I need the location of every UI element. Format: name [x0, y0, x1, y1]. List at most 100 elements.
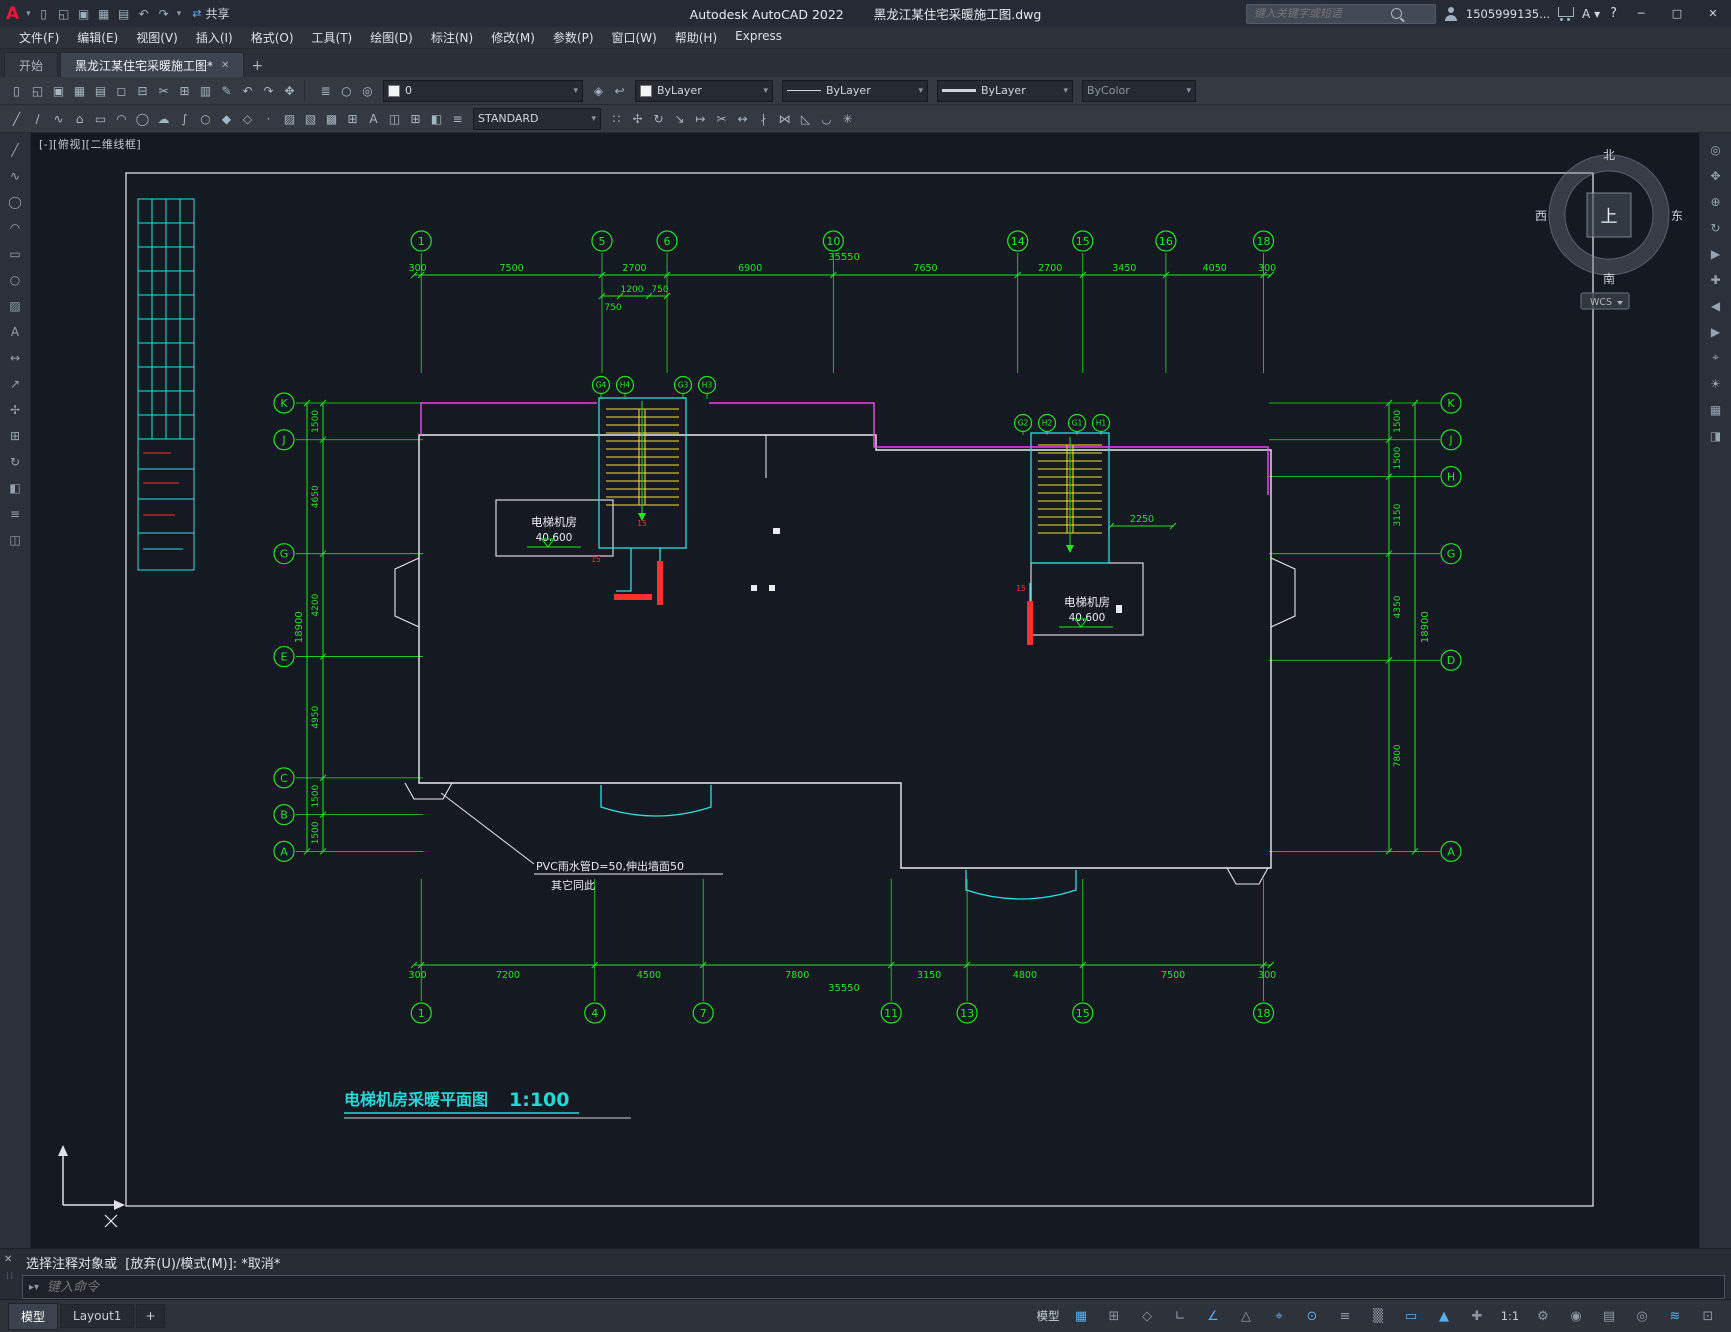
table-icon[interactable]: ⊞ — [342, 108, 363, 129]
mirror-icon[interactable]: ◧ — [426, 108, 447, 129]
menu-参数P[interactable]: 参数(P) — [544, 28, 603, 47]
spline-icon[interactable]: ∫ — [174, 108, 195, 129]
status-graphics-performance[interactable]: ≋ — [1660, 1305, 1690, 1327]
full-navigation-wheel-icon[interactable]: ◎ — [1705, 139, 1727, 160]
search-box[interactable] — [1245, 3, 1436, 24]
orbit-icon[interactable]: ↻ — [1705, 217, 1727, 238]
array-icon[interactable]: ∷ — [606, 108, 627, 129]
mirror-icon[interactable]: ◧ — [4, 477, 26, 498]
status-object-snap-tracking[interactable]: ⌖ — [1264, 1305, 1294, 1327]
chamfer-icon[interactable]: ◺ — [795, 108, 816, 129]
status-grid[interactable]: ▦ — [1066, 1305, 1096, 1327]
quick-access-caret-icon[interactable]: ▾ — [176, 9, 183, 19]
trim-icon[interactable]: ✂ — [711, 108, 732, 129]
construction-line-icon[interactable]: ∕ — [27, 108, 48, 129]
share-button[interactable]: 共享 — [184, 5, 237, 22]
command-grip-handle[interactable]: ⁞⁞ — [6, 1271, 14, 1282]
save-icon[interactable]: ▣ — [48, 80, 69, 101]
status-quick-properties[interactable]: ▤ — [1594, 1305, 1624, 1327]
menu-视图V[interactable]: 视图(V) — [127, 28, 187, 47]
pan-icon[interactable]: ✥ — [1705, 165, 1727, 186]
stretch-icon[interactable]: ↦ — [690, 108, 711, 129]
menu-插入I[interactable]: 插入(I) — [187, 28, 242, 47]
tab-close-icon[interactable]: ✕ — [221, 60, 229, 71]
undo-icon[interactable]: ↶ — [134, 4, 154, 24]
layer-previous-icon[interactable]: ↩ — [609, 80, 630, 101]
search-icon[interactable] — [1390, 8, 1402, 19]
linetype-combo[interactable]: ByLayer ▾ — [782, 79, 928, 102]
make-object-layer-current-icon[interactable]: ◈ — [588, 80, 609, 101]
erase-icon[interactable]: ◫ — [4, 529, 26, 550]
redo-icon[interactable]: ↷ — [154, 4, 174, 24]
undo-icon[interactable]: ↶ — [237, 80, 258, 101]
status-model-space[interactable]: 模型 — [1033, 1305, 1063, 1327]
autocad-logo-icon[interactable]: A — [4, 4, 23, 24]
status-isodraft[interactable]: △ — [1231, 1305, 1261, 1327]
region-icon[interactable]: ▩ — [321, 108, 342, 129]
status-annotation-visibility[interactable]: ▲ — [1429, 1305, 1459, 1327]
status-polar-tracking[interactable]: ∠ — [1198, 1305, 1228, 1327]
publish-icon[interactable]: ⊟ — [132, 80, 153, 101]
rotate-icon[interactable]: ↻ — [648, 108, 669, 129]
search-input[interactable] — [1251, 6, 1386, 21]
menu-窗口W[interactable]: 窗口(W) — [603, 28, 666, 47]
maximize-button[interactable]: □ — [1663, 3, 1691, 25]
camera-icon[interactable]: ⌖ — [1705, 347, 1727, 368]
status-infer-constraints[interactable]: ◇ — [1132, 1305, 1162, 1327]
fillet-icon[interactable]: ◡ — [816, 108, 837, 129]
start-tab[interactable]: 开始 — [4, 52, 59, 77]
account-name[interactable]: 1505999135... — [1466, 7, 1550, 21]
extend-icon[interactable]: ↔ — [732, 108, 753, 129]
status-ortho[interactable]: ∟ — [1165, 1305, 1195, 1327]
layer-isolate-icon[interactable]: ◎ — [357, 80, 378, 101]
new-icon[interactable]: ▯ — [6, 80, 27, 101]
status-clean-screen[interactable]: ⊡ — [1693, 1305, 1723, 1327]
hatch-icon[interactable]: ▨ — [279, 108, 300, 129]
break-icon[interactable]: ∤ — [753, 108, 774, 129]
status-workspace-switching[interactable]: ⚙ — [1528, 1305, 1558, 1327]
layer-combo[interactable]: 0 ▾ — [383, 79, 583, 102]
pan-icon[interactable]: ✥ — [279, 80, 300, 101]
compass-west-label[interactable]: 西 — [1535, 209, 1547, 223]
polyline-icon[interactable]: ∿ — [4, 165, 26, 186]
layer-properties-icon[interactable]: ≣ — [315, 80, 336, 101]
plot-preview-icon[interactable]: ◻ — [111, 80, 132, 101]
layout1-tab[interactable]: Layout1 — [60, 1304, 135, 1328]
color-combo[interactable]: ByLayer ▾ — [635, 79, 773, 102]
save-as-icon[interactable]: ▦ — [94, 4, 114, 24]
viewport-controls[interactable]: [-][俯视][二维线框] — [39, 136, 141, 152]
compass-south-label[interactable]: 南 — [1603, 271, 1615, 286]
paste-icon[interactable]: ▥ — [195, 80, 216, 101]
move-icon[interactable]: ✢ — [4, 399, 26, 420]
ellipse-icon[interactable]: ○ — [195, 108, 216, 129]
cut-icon[interactable]: ✂ — [153, 80, 174, 101]
polygon-icon[interactable]: ⌂ — [69, 108, 90, 129]
join-icon[interactable]: ⋈ — [774, 108, 795, 129]
ellipse-icon[interactable]: ○ — [4, 269, 26, 290]
steering-icon[interactable]: ✚ — [1705, 269, 1727, 290]
redo-icon[interactable]: ↷ — [258, 80, 279, 101]
insert-block-icon[interactable]: ◆ — [216, 108, 237, 129]
revcloud-icon[interactable]: ☁ — [153, 108, 174, 129]
multiline-text-icon[interactable]: A — [363, 108, 384, 129]
rectangle-icon[interactable]: ▭ — [4, 243, 26, 264]
command-input[interactable] — [45, 1278, 1718, 1296]
model-space-canvas[interactable]: [-][俯视][二维线框] 300 7500 2700 6900 7650 27… — [31, 133, 1699, 1248]
line-icon[interactable]: ╱ — [4, 139, 26, 160]
document-tab[interactable]: 黑龙江某住宅采暖施工图* ✕ — [60, 52, 245, 77]
materials-icon[interactable]: ▦ — [1705, 399, 1727, 420]
compass-north-label[interactable]: 北 — [1603, 148, 1615, 162]
menu-帮助H[interactable]: 帮助(H) — [666, 28, 726, 47]
dimension-icon[interactable]: ↔ — [4, 347, 26, 368]
command-customize-icon[interactable]: ▸▾ — [29, 1282, 39, 1293]
point-icon[interactable]: · — [258, 108, 279, 129]
offset-icon[interactable]: ≡ — [447, 108, 468, 129]
status-snap-mode[interactable]: ⊞ — [1099, 1305, 1129, 1327]
status-annotation-monitor[interactable]: ◉ — [1561, 1305, 1591, 1327]
status-autoscale[interactable]: ✚ — [1462, 1305, 1492, 1327]
command-input-row[interactable]: ▸▾ — [22, 1275, 1725, 1299]
arc-icon[interactable]: ◠ — [111, 108, 132, 129]
offset-icon[interactable]: ≡ — [4, 503, 26, 524]
command-close-button[interactable]: ✕ — [4, 1254, 12, 1265]
copy-icon[interactable]: ⊞ — [4, 425, 26, 446]
